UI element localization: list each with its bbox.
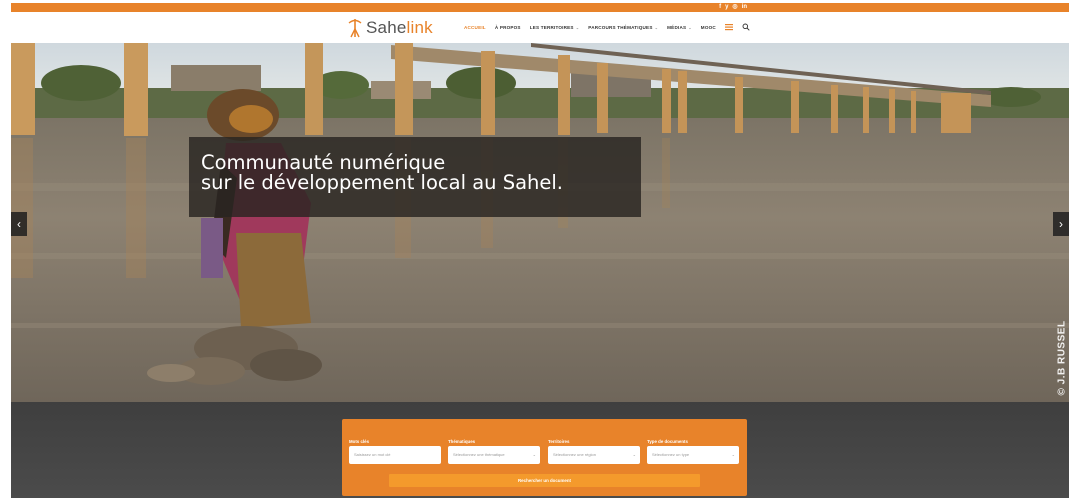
thematique-label: Thématiques — [448, 439, 476, 444]
thematique-select[interactable]: Sélectionnez une thématique ⌄ — [448, 446, 540, 464]
search-icon[interactable] — [742, 23, 750, 31]
hero-caption-line-2: sur le développement local au Sahel. — [201, 171, 563, 194]
chevron-down-icon: ⌄ — [632, 452, 636, 457]
search-band: Mots clés Saisissez un mot clé Thématiqu… — [11, 402, 1069, 498]
chevron-down-icon: ⌄ — [532, 452, 536, 457]
chevron-down-icon: ⌄ — [654, 24, 659, 30]
site-header: Sahelink ACCUEIL À PROPOS LES TERRITOIRE… — [11, 12, 1069, 43]
photo-credit: © J.B RUSSEL — [1055, 303, 1069, 397]
territoire-label: Territoires — [548, 439, 570, 444]
instagram-icon[interactable]: ◎ — [732, 3, 737, 12]
nav-item-a-propos[interactable]: À PROPOS — [495, 25, 521, 30]
hero-slider: Communauté numérique sur le développemen… — [11, 43, 1069, 402]
document-type-field: Type de documents Sélectionnez un type ⌄ — [647, 438, 739, 464]
social-links: f y ◎ in — [719, 3, 747, 12]
photo-credit-text: © J.B RUSSEL — [1056, 320, 1068, 396]
twitter-icon[interactable]: y — [725, 3, 728, 12]
top-bar: f y ◎ in — [11, 3, 1069, 12]
nav-item-medias[interactable]: MÉDIAS ⌄ — [667, 25, 692, 30]
chevron-down-icon: ⌄ — [731, 452, 735, 457]
linkedin-icon[interactable]: in — [742, 3, 747, 12]
document-search-form: Mots clés Saisissez un mot clé Thématiqu… — [342, 419, 747, 496]
nav-item-parcours[interactable]: PARCOURS THÉMATIQUES ⌄ — [588, 25, 658, 30]
facebook-icon[interactable]: f — [719, 3, 721, 12]
hero-caption-line-1: Communauté numérique — [201, 151, 446, 174]
keywords-field: Mots clés Saisissez un mot clé — [349, 438, 441, 464]
hamburger-icon[interactable] — [724, 23, 733, 31]
document-type-label: Type de documents — [647, 439, 688, 444]
territoire-field: Territoires Sélectionnez une région ⌄ — [548, 438, 640, 464]
territoire-select[interactable]: Sélectionnez une région ⌄ — [548, 446, 640, 464]
chevron-down-icon: ⌄ — [688, 24, 692, 30]
keywords-label: Mots clés — [349, 439, 370, 444]
nav-item-accueil[interactable]: ACCUEIL — [464, 25, 486, 30]
keywords-input[interactable]: Saisissez un mot clé — [349, 446, 441, 464]
page: f y ◎ in Sahelink ACCUEIL À PROPOS LES T… — [0, 0, 1079, 498]
hero-photo — [11, 43, 1069, 402]
slider-prev-button[interactable]: ‹ — [11, 212, 27, 236]
nav-item-territoires[interactable]: LES TERRITOIRES ⌄ — [530, 25, 580, 30]
search-document-button[interactable]: Rechercher un document — [389, 474, 700, 487]
document-type-select[interactable]: Sélectionnez un type ⌄ — [647, 446, 739, 464]
site-logo[interactable]: Sahelink — [346, 16, 433, 40]
nav-item-mooc[interactable]: MOOC — [701, 25, 716, 30]
chevron-down-icon: ⌄ — [575, 24, 580, 30]
hero-caption: Communauté numérique sur le développemen… — [189, 137, 641, 217]
main-nav: ACCUEIL À PROPOS LES TERRITOIRES ⌄ PARCOU… — [464, 23, 759, 31]
logo-mark-icon — [348, 19, 362, 38]
logo-text: Sahelink — [366, 18, 433, 37]
slider-next-button[interactable]: › — [1053, 212, 1069, 236]
thematique-field: Thématiques Sélectionnez une thématique ⌄ — [448, 438, 540, 464]
